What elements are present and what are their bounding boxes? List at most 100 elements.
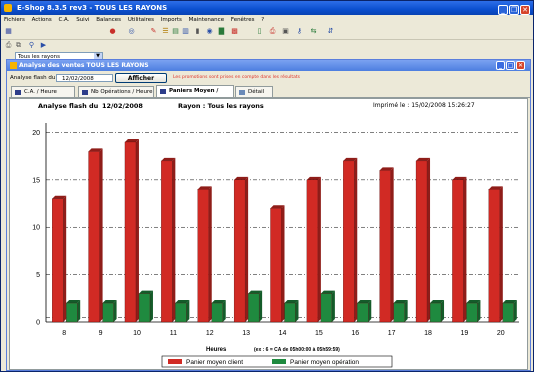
report-tabs: C.A. / Heure Nb Opérations / Heure Panie… <box>9 85 530 105</box>
child-window-title: Analyse des ventes TOUS LES RAYONS <box>19 62 149 69</box>
bar-client <box>343 160 355 323</box>
average-basket-chart: 0 5 10 15 20 8 9 10 11 12 13 14 15 16 17 18 19 20 Heures (e… <box>32 123 519 368</box>
legend-label-client: Panier moyen client <box>186 359 243 366</box>
minimize-icon[interactable]: _ <box>498 5 508 15</box>
menu-bar: Fichiers Actions C.A. Suivi Balances Uti… <box>1 15 533 25</box>
battery-icon[interactable]: ▯ <box>255 27 264 36</box>
tag-icon[interactable]: ✎ <box>149 27 158 36</box>
tab-operations-per-hour[interactable]: Nb Opérations / Heure <box>78 86 154 97</box>
search-icon[interactable]: ◎ <box>127 27 136 36</box>
x-tick-label: 8 <box>62 330 66 337</box>
date-field[interactable]: 12/02/2008 <box>56 74 113 82</box>
main-window: E-Shop 8.3.5 rev3 - TOUS LES RAYONS _ ❐ ✕ … <box>0 0 534 372</box>
bar-operation-side <box>477 300 481 322</box>
x-tick-label: 17 <box>388 330 396 337</box>
report-date: 12/02/2008 <box>102 102 143 110</box>
date-label: Analyse flash du <box>10 75 56 81</box>
bar-operation-side <box>77 300 81 322</box>
print-preview-icon[interactable]: ⎙ <box>4 41 13 50</box>
barcode-icon[interactable]: ▮ <box>193 27 202 36</box>
tab-icon <box>15 90 21 95</box>
bar-operation <box>138 293 151 323</box>
y-tick-label: 10 <box>32 225 40 232</box>
close-icon[interactable]: ✕ <box>520 5 530 15</box>
bar-operation <box>357 302 369 323</box>
bar-client-side <box>427 157 431 322</box>
x-axis-label: Heures <box>206 347 227 353</box>
bar-operation <box>429 302 442 323</box>
x-tick-label: 18 <box>424 330 432 337</box>
list-icon[interactable]: ☰ <box>161 27 170 36</box>
menu-help[interactable]: ? <box>261 17 264 23</box>
bar-client-side <box>135 138 139 322</box>
copy-icon[interactable]: ⧉ <box>14 41 23 50</box>
bar-operation <box>502 302 514 323</box>
bar-client-side <box>354 157 358 322</box>
tab-detail[interactable]: Détail <box>235 86 273 97</box>
bar-operation <box>175 302 187 323</box>
chart-icon[interactable]: ▥ <box>181 27 190 36</box>
grid-icon[interactable]: ▦ <box>4 27 13 36</box>
y-tick-label: 20 <box>32 130 40 137</box>
legend-swatch-client <box>168 359 182 364</box>
bar-client <box>233 179 246 323</box>
child-maximize-icon[interactable]: □ <box>506 61 515 70</box>
report-title-label: Analyse flash du <box>38 102 99 110</box>
menu-imports[interactable]: Imports <box>161 17 182 23</box>
bar-client <box>415 160 428 323</box>
bar-client <box>488 189 500 323</box>
restore-icon[interactable]: ❐ <box>509 5 519 15</box>
x-tick-label: 12 <box>206 330 214 337</box>
bar-operation-side <box>513 300 517 322</box>
show-button[interactable]: Afficher <box>115 73 167 83</box>
child-title-bar: Analyse des ventes TOUS LES RAYONS _ □ ✕ <box>7 60 530 71</box>
secondary-toolbar: ⎙ ⧉ ⚲ ▶ <box>1 40 533 52</box>
network-icon[interactable]: ⇵ <box>326 27 335 36</box>
bar-operation-side <box>368 300 372 322</box>
key-icon[interactable]: ⚷ <box>295 27 304 36</box>
menu-utilitaires[interactable]: Utilitaires <box>128 17 154 23</box>
bar-client <box>197 189 209 323</box>
window-icon <box>10 62 17 69</box>
bar-client <box>270 208 282 323</box>
menu-fenetres[interactable]: Fenêtres <box>231 17 255 23</box>
bar-operation-side <box>441 300 445 322</box>
bar-chart-icon[interactable]: ▇ <box>217 27 226 36</box>
report-area: Analyse flash du 12/02/2008 Rayon : Tous… <box>9 98 528 370</box>
bar-operation <box>393 302 405 323</box>
bar-operation-side <box>404 300 408 322</box>
y-tick-label: 0 <box>36 320 40 327</box>
child-minimize-icon[interactable]: _ <box>496 61 505 70</box>
bar-operation <box>320 293 333 323</box>
zoom-icon[interactable]: ◉ <box>205 27 214 36</box>
bar-operation-side <box>113 300 117 322</box>
bar-client-side <box>99 148 103 322</box>
shopping-icon[interactable]: ● <box>108 27 117 36</box>
printer-icon[interactable]: ▣ <box>281 27 290 36</box>
menu-ca[interactable]: C.A. <box>58 17 69 23</box>
report-icon[interactable]: ▩ <box>230 27 239 36</box>
bar-client <box>161 160 173 323</box>
bar-client-side <box>463 176 467 322</box>
filter-icon[interactable]: ⚲ <box>27 41 36 50</box>
export-icon[interactable]: ⇆ <box>309 27 318 36</box>
bar-operation <box>466 302 478 323</box>
bar-operation-side <box>331 290 335 322</box>
menu-actions[interactable]: Actions <box>32 17 52 23</box>
window-title: E-Shop 8.3.5 rev3 - TOUS LES RAYONS <box>17 4 168 12</box>
menu-balances[interactable]: Balances <box>96 17 121 23</box>
y-tick-label: 5 <box>36 272 40 279</box>
menu-maintenance[interactable]: Maintenance <box>189 17 224 23</box>
x-tick-label: 13 <box>242 330 250 337</box>
tab-ca-per-hour[interactable]: C.A. / Heure <box>11 86 75 97</box>
promotions-notice: Les promotions sont prises en compte dan… <box>173 75 300 80</box>
print-icon[interactable]: ⎙ <box>268 27 277 36</box>
run-icon[interactable]: ▶ <box>39 41 48 50</box>
x-tick-label: 10 <box>133 330 141 337</box>
tab-average-basket[interactable]: Paniers Moyen / Heure <box>156 85 234 105</box>
menu-suivi[interactable]: Suivi <box>76 17 89 23</box>
bar-operation-side <box>186 300 190 322</box>
child-close-icon[interactable]: ✕ <box>516 61 525 70</box>
calculator-icon[interactable]: ▤ <box>171 27 180 36</box>
menu-fichiers[interactable]: Fichiers <box>4 17 25 23</box>
